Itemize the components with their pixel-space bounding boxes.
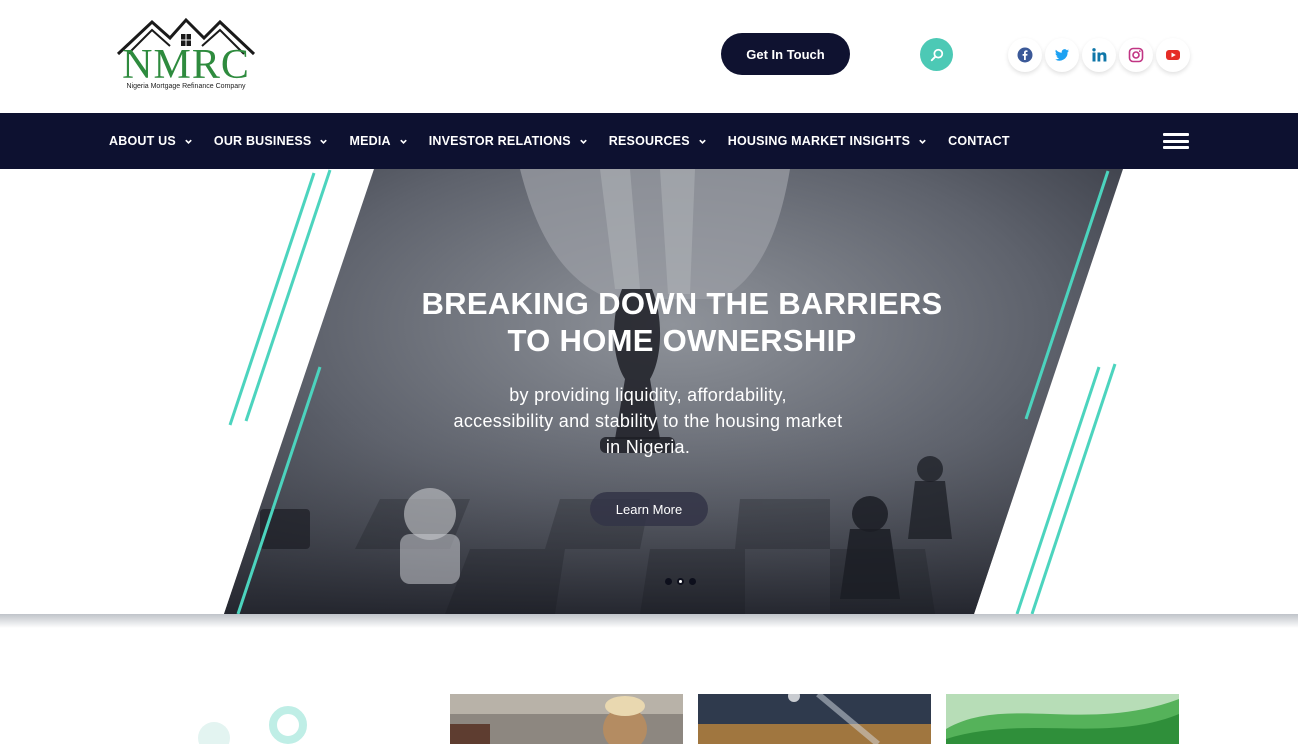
hero-subtitle-line-3: in Nigeria. (605, 437, 691, 457)
logo-subtitle: Nigeria Mortgage Refinance Company (126, 83, 246, 90)
menu-hamburger-icon[interactable] (1163, 133, 1189, 149)
chevron-down-icon (919, 139, 926, 144)
twitter-link[interactable] (1045, 38, 1079, 72)
nav-item-media[interactable]: MEDIA (349, 134, 407, 148)
decorative-circles (198, 706, 307, 744)
slider-dot-3[interactable] (689, 578, 696, 585)
nav-item-contact[interactable]: CONTACT (948, 134, 1010, 148)
news-card-2-image (698, 694, 931, 744)
chevron-down-icon (399, 139, 407, 144)
linkedin-icon (1092, 48, 1107, 62)
nav-item-label: OUR BUSINESS (213, 134, 312, 148)
hero-title-line-2: TO HOME OWNERSHIP (507, 323, 857, 358)
news-cards (450, 694, 1179, 744)
youtube-icon (1166, 50, 1180, 60)
facebook-link[interactable] (1008, 38, 1042, 72)
chevron-down-icon (698, 139, 706, 144)
hero-title-line-1: BREAKING DOWN THE BARRIERS (421, 286, 943, 321)
nav-item-about-us[interactable]: ABOUT US (109, 134, 193, 148)
nmrc-logo[interactable]: NMRC Nigeria Mortgage Refinance Company (112, 14, 260, 96)
youtube-link[interactable] (1156, 38, 1190, 72)
page: NMRC Nigeria Mortgage Refinance Company … (0, 0, 1298, 744)
nav-item-label: RESOURCES (608, 134, 690, 148)
news-card-1[interactable] (450, 694, 683, 744)
instagram-link[interactable] (1119, 38, 1153, 72)
hero-slider: BREAKING DOWN THE BARRIERS TO HOME OWNER… (0, 169, 1298, 614)
nav-item-housing-market-insights[interactable]: HOUSING MARKET INSIGHTS (728, 134, 927, 148)
slider-dot-2[interactable] (677, 578, 684, 585)
slider-dot-1[interactable] (665, 578, 672, 585)
slider-pagination (665, 578, 696, 585)
learn-more-button[interactable]: Learn More (590, 492, 708, 526)
search-button[interactable] (920, 38, 953, 71)
nav-item-investor-relations[interactable]: INVESTOR RELATIONS (429, 134, 588, 148)
hero-bottom-shadow (0, 614, 1298, 628)
top-bar: NMRC Nigeria Mortgage Refinance Company … (0, 0, 1298, 113)
chevron-down-icon (580, 139, 587, 144)
news-card-2[interactable] (698, 694, 931, 744)
social-links (1008, 38, 1190, 72)
nav-item-resources[interactable]: RESOURCES (609, 134, 707, 148)
nav-item-label: MEDIA (349, 134, 391, 148)
facebook-icon (1017, 47, 1033, 63)
news-card-3-image (946, 694, 1179, 744)
chevron-down-icon (320, 139, 328, 144)
news-card-1-image (450, 694, 683, 744)
main-nav: ABOUT US OUR BUSINESS MEDIA INVESTOR REL… (0, 113, 1298, 169)
nav-item-label: INVESTOR RELATIONS (428, 134, 571, 148)
hero-subtitle-line-2: accessibility and stability to the housi… (453, 411, 843, 431)
hero-title: BREAKING DOWN THE BARRIERS TO HOME OWNER… (382, 285, 982, 359)
nav-item-label: ABOUT US (109, 134, 176, 148)
logo-text: NMRC (122, 42, 250, 88)
nav-list: ABOUT US OUR BUSINESS MEDIA INVESTOR REL… (109, 113, 1010, 169)
instagram-icon (1128, 47, 1144, 63)
get-in-touch-button[interactable]: Get In Touch (721, 33, 850, 75)
news-card-3[interactable] (946, 694, 1179, 744)
search-icon (930, 48, 943, 61)
nav-item-our-business[interactable]: OUR BUSINESS (214, 134, 329, 148)
hero-subtitle: by providing liquidity, affordability, a… (418, 382, 878, 460)
twitter-icon (1055, 49, 1069, 61)
nav-item-label: HOUSING MARKET INSIGHTS (727, 134, 911, 148)
linkedin-link[interactable] (1082, 38, 1116, 72)
chevron-down-icon (185, 139, 192, 144)
hero-subtitle-line-1: by providing liquidity, affordability, (509, 385, 787, 405)
nav-item-label: CONTACT (948, 134, 1010, 148)
